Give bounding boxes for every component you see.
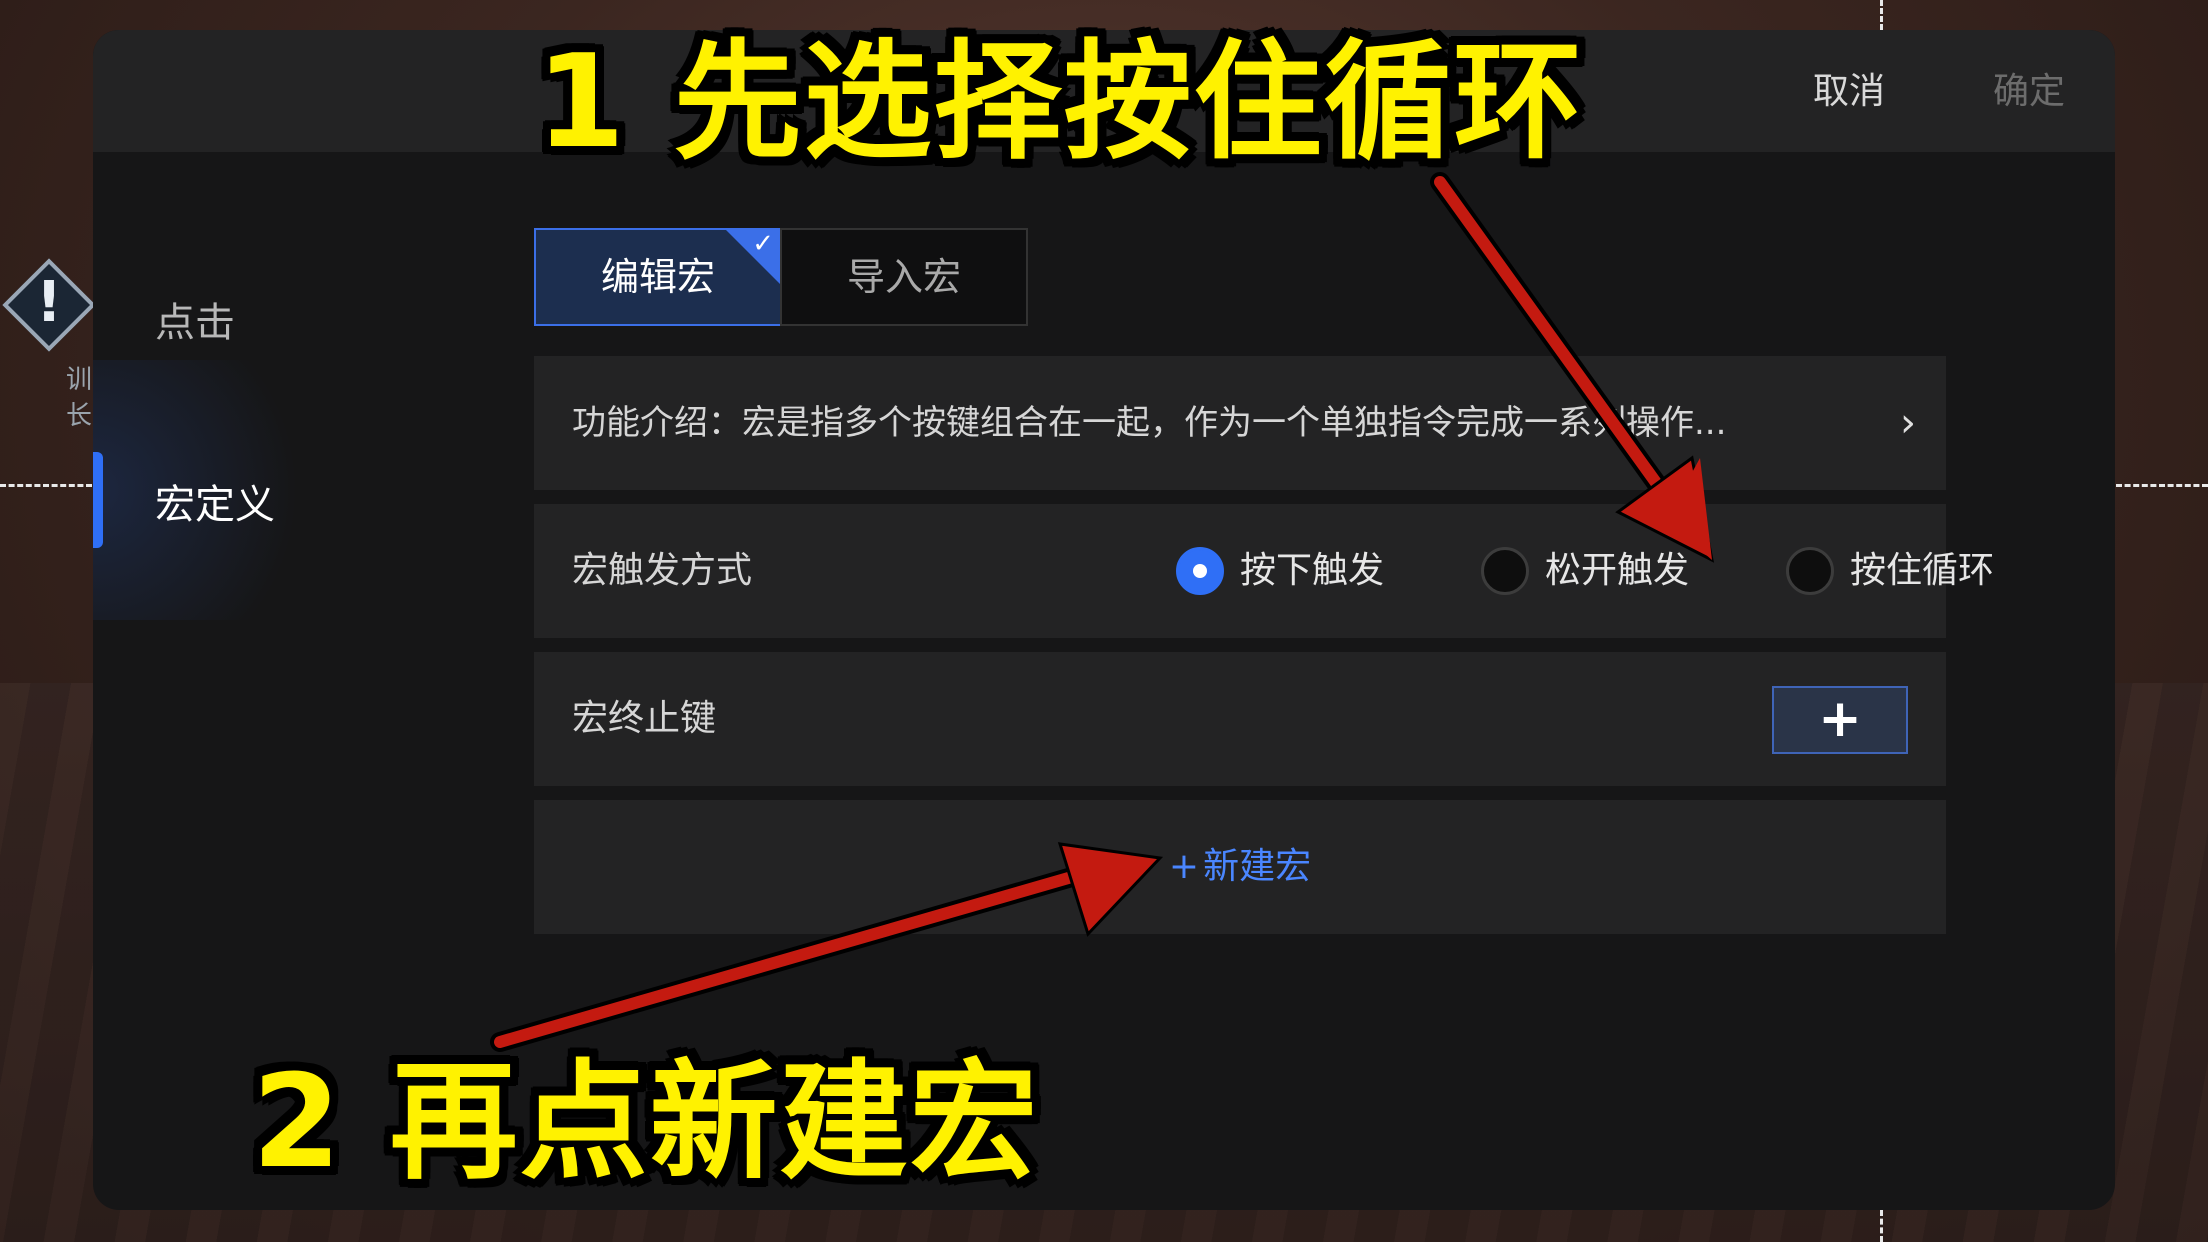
trigger-mode-label: 宏触发方式	[572, 550, 753, 591]
tab-edit-macro[interactable]: 编辑宏 ✓	[534, 228, 782, 326]
new-macro-label: 新建宏	[1203, 846, 1312, 887]
stop-key-panel: 宏终止键 +	[534, 652, 1946, 786]
guide-line-top	[1880, 0, 1883, 30]
trigger-mode-panel: 宏触发方式 按下触发 松开触发 按住循环	[534, 504, 1994, 638]
radio-button-icon	[1176, 547, 1224, 595]
guide-line-left	[0, 484, 92, 487]
tab-import-macro[interactable]: 导入宏	[780, 228, 1028, 326]
sidebar-item-click[interactable]: 点击	[155, 290, 235, 348]
guide-line-bottom	[1880, 1210, 1883, 1242]
hint-line: 长	[66, 401, 93, 431]
stop-key-label: 宏终止键	[572, 698, 717, 739]
radio-button-icon	[1481, 547, 1529, 595]
radio-label: 松开触发	[1545, 550, 1690, 591]
guide-line-right	[2116, 484, 2208, 487]
cancel-button[interactable]: 取消	[1789, 60, 1909, 124]
intro-panel[interactable]: 功能介绍：宏是指多个按键组合在一起，作为一个单独指令完成一系列操作... ›	[534, 356, 1946, 490]
radio-button-icon	[1786, 547, 1834, 595]
plus-icon: +	[1168, 846, 1200, 887]
new-macro-button[interactable]: + 新建宏	[534, 800, 1946, 934]
macro-settings-dialog: 取消 确定 点击 宏定义 编辑宏 ✓ 导入宏 功能介绍：宏是指多个按键组合在一起…	[93, 30, 2115, 1210]
radio-label: 按住循环	[1850, 550, 1995, 591]
new-macro-panel: + 新建宏	[534, 800, 1946, 934]
exclamation-icon: !	[36, 270, 62, 335]
annotation-step-1: 1 先选择按住循环	[536, 28, 1584, 177]
hint-line: 训	[66, 365, 93, 395]
tab-label: 编辑宏	[600, 255, 715, 299]
annotation-step-2: 2 再点新建宏	[252, 1048, 1040, 1197]
chevron-right-icon[interactable]: ›	[1900, 356, 1916, 490]
background-hint: 训 长	[66, 362, 92, 434]
add-stop-key-button[interactable]: +	[1772, 686, 1908, 754]
sidebar-item-macro[interactable]: 宏定义	[155, 472, 275, 530]
sidebar-active-indicator	[93, 452, 103, 548]
confirm-button[interactable]: 确定	[1969, 60, 2089, 124]
check-icon: ✓	[752, 229, 774, 259]
intro-text: 功能介绍：宏是指多个按键组合在一起，作为一个单独指令完成一系列操作...	[572, 403, 1727, 443]
tab-label: 导入宏	[846, 255, 961, 299]
radio-label: 按下触发	[1240, 550, 1385, 591]
